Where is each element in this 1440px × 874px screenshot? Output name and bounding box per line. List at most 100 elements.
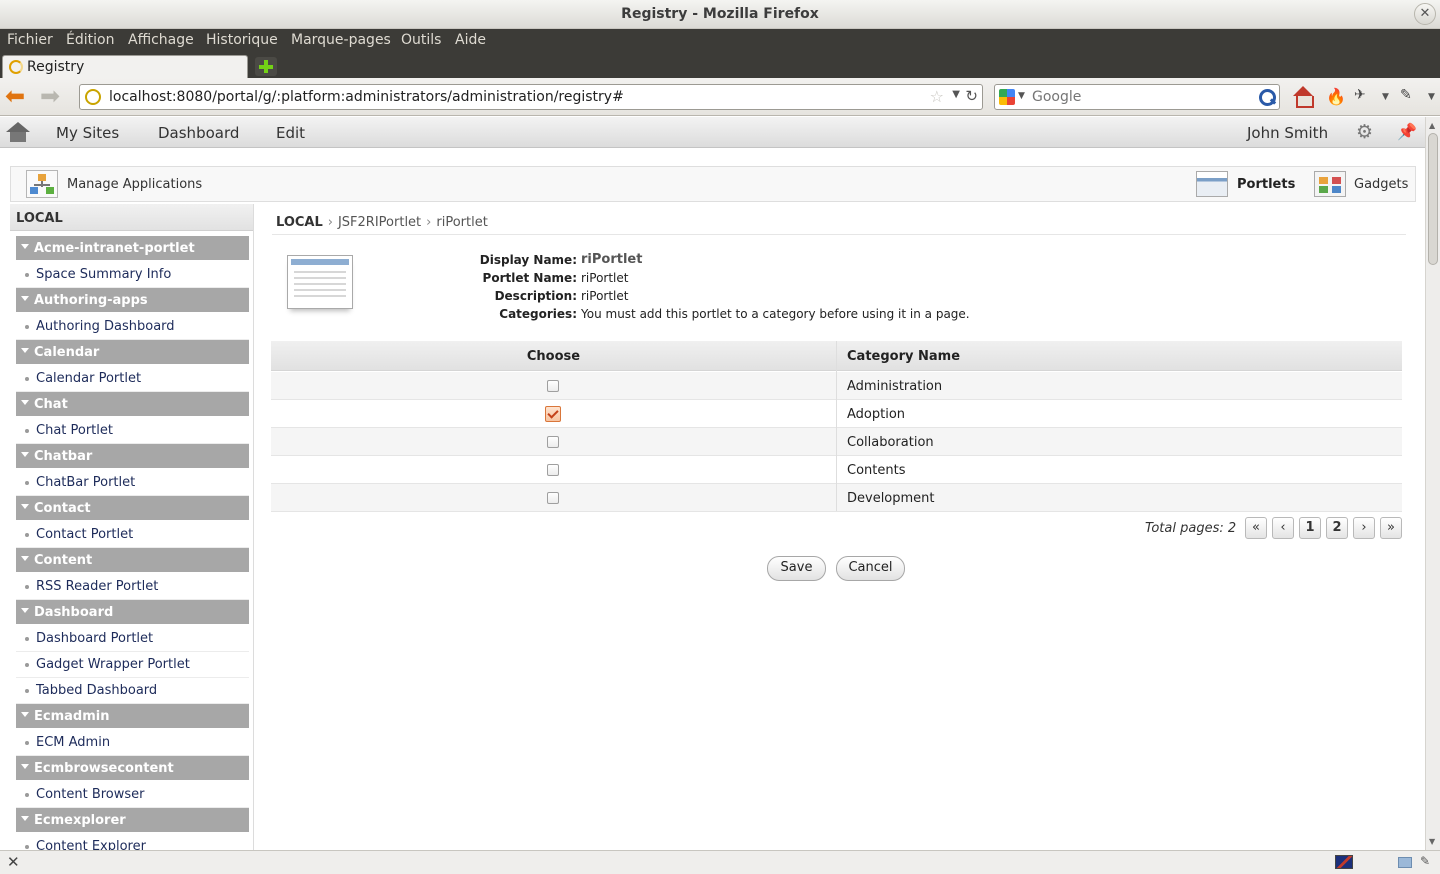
scroll-up-arrow-icon[interactable]: ▲ (1429, 121, 1435, 130)
menu-file[interactable]: Fichier (7, 32, 53, 48)
sidebar-category[interactable]: Content (16, 548, 249, 572)
scrollbar-thumb[interactable] (1428, 133, 1438, 265)
sidebar-category[interactable]: Ecmbrowsecontent (16, 756, 249, 780)
window-close-button[interactable]: ✕ (1414, 3, 1436, 25)
nav-dashboard[interactable]: Dashboard (158, 124, 239, 142)
home-icon[interactable] (1291, 86, 1315, 108)
sidebar-app-item[interactable]: Gadget Wrapper Portlet (16, 652, 249, 678)
search-input[interactable] (1032, 87, 1252, 107)
gadgets-tab[interactable]: Gadgets (1354, 177, 1408, 192)
sidebar-category[interactable]: Calendar (16, 340, 249, 364)
application-header: Manage Applications Portlets Gadgets (10, 166, 1416, 202)
sidebar-category[interactable]: Ecmadmin (16, 704, 249, 728)
tool-dropdown-icon[interactable]: ▼ (1428, 92, 1435, 102)
search-icon[interactable] (1257, 87, 1277, 107)
sidebar-app-item[interactable]: Authoring Dashboard (16, 314, 249, 340)
url-text[interactable]: localhost:8080/portal/g/:platform:admini… (109, 89, 624, 105)
back-arrow-icon[interactable]: ⬅ (5, 84, 31, 109)
category-checkbox[interactable] (547, 436, 559, 448)
sidebar-category[interactable]: Dashboard (16, 600, 249, 624)
gadgets-icon[interactable] (1314, 171, 1346, 197)
category-label: Ecmadmin (34, 709, 110, 724)
addon-icon[interactable]: ✈ (1354, 87, 1366, 103)
search-engine-dropdown-icon[interactable]: ▼ (1018, 91, 1025, 101)
sidebar-category[interactable]: Chatbar (16, 444, 249, 468)
sidebar-app-item[interactable]: Content Browser (16, 782, 249, 808)
sidebar-app-item[interactable]: Calendar Portlet (16, 366, 249, 392)
cancel-button[interactable]: Cancel (836, 556, 905, 581)
sidebar-app-item[interactable]: Contact Portlet (16, 522, 249, 548)
page-scrollbar[interactable]: ▲ ▼ (1425, 117, 1440, 850)
tool-icon[interactable]: ✎ (1400, 87, 1412, 103)
scroll-down-arrow-icon[interactable]: ▼ (1429, 837, 1435, 846)
bullet-icon (25, 845, 29, 849)
category-checkbox[interactable] (547, 492, 559, 504)
sidebar-title: LOCAL (10, 204, 253, 231)
save-button[interactable]: Save (767, 556, 826, 581)
menu-bookmarks[interactable]: Marque-pages (291, 32, 391, 48)
choose-column-header: Choose (526, 349, 581, 364)
sidebar-category[interactable]: Ecmexplorer (16, 808, 249, 832)
nav-edit[interactable]: Edit (276, 124, 305, 142)
breadcrumb-root[interactable]: LOCAL (276, 215, 323, 230)
menu-help[interactable]: Aide (455, 32, 486, 48)
bookmark-star-icon[interactable]: ☆ (930, 87, 944, 106)
sidebar-category[interactable]: Contact (16, 496, 249, 520)
addon-dropdown-icon[interactable]: ▼ (1382, 92, 1389, 102)
sidebar-app-item[interactable]: Content Explorer (16, 834, 249, 850)
menu-view[interactable]: Affichage (128, 32, 194, 48)
sidebar-app-item[interactable]: Chat Portlet (16, 418, 249, 444)
search-engine-icon[interactable] (999, 89, 1015, 105)
breadcrumb-category[interactable]: JSF2RIPortlet (338, 215, 421, 230)
sidebar-app-item[interactable]: ChatBar Portlet (16, 470, 249, 496)
bullet-icon (25, 325, 29, 329)
first-page-button[interactable]: « (1245, 517, 1267, 539)
portlet-name-label: Portlet Name: (482, 271, 577, 285)
reload-icon[interactable]: ↻ (965, 87, 978, 105)
site-identity-icon[interactable] (85, 89, 101, 105)
category-checkbox[interactable] (547, 464, 559, 476)
category-checkbox[interactable] (547, 380, 559, 392)
portlets-tab[interactable]: Portlets (1237, 177, 1295, 192)
menu-history[interactable]: Historique (206, 32, 278, 48)
collapse-triangle-icon (21, 504, 29, 509)
portlets-icon[interactable] (1196, 171, 1228, 197)
page-1-button[interactable]: 1 (1299, 517, 1321, 539)
menu-tools[interactable]: Outils (401, 32, 441, 48)
app-label: Gadget Wrapper Portlet (36, 657, 190, 672)
pin-icon[interactable]: 📌 (1397, 122, 1417, 141)
category-label: Authoring-apps (34, 293, 148, 308)
sidebar-app-item[interactable]: Tabbed Dashboard (16, 678, 249, 704)
menu-edit[interactable]: Édition (66, 32, 114, 48)
search-bar: ▼ (994, 84, 1280, 110)
firebug-icon[interactable]: 🔥 (1326, 87, 1346, 106)
sidebar-app-item[interactable]: Dashboard Portlet (16, 626, 249, 652)
tab-label: Registry (27, 59, 85, 75)
next-page-button[interactable]: › (1353, 517, 1375, 539)
tab-registry[interactable]: Registry (2, 55, 248, 78)
url-bar[interactable]: localhost:8080/portal/g/:platform:admini… (79, 84, 983, 110)
previous-page-button[interactable]: ‹ (1272, 517, 1294, 539)
sidebar-category[interactable]: Authoring-apps (16, 288, 249, 312)
language-flag-icon[interactable] (1335, 855, 1353, 869)
new-tab-button[interactable] (255, 57, 277, 76)
gear-icon[interactable]: ⚙ (1356, 121, 1373, 143)
collapse-triangle-icon (21, 816, 29, 821)
page-2-button[interactable]: 2 (1326, 517, 1348, 539)
sidebar-app-item[interactable]: RSS Reader Portlet (16, 574, 249, 600)
close-icon[interactable]: ✕ (7, 853, 20, 871)
nav-my-sites[interactable]: My Sites (56, 124, 119, 142)
sidebar-category[interactable]: Acme-intranet-portlet (16, 236, 249, 260)
monitor-icon[interactable] (1398, 857, 1412, 868)
last-page-button[interactable]: » (1380, 517, 1402, 539)
sidebar-app-item[interactable]: ECM Admin (16, 730, 249, 756)
column-divider (836, 341, 837, 511)
category-checkbox-checked[interactable] (545, 406, 561, 422)
forward-arrow-icon[interactable]: ➡ (40, 84, 66, 109)
url-history-dropdown-icon[interactable]: ▼ (952, 89, 960, 100)
user-name[interactable]: John Smith (1247, 124, 1328, 142)
sidebar-app-item[interactable]: Space Summary Info (16, 262, 249, 288)
wrench-icon[interactable]: ✎ (1420, 854, 1430, 868)
portal-home-icon[interactable] (6, 122, 30, 142)
sidebar-category[interactable]: Chat (16, 392, 249, 416)
